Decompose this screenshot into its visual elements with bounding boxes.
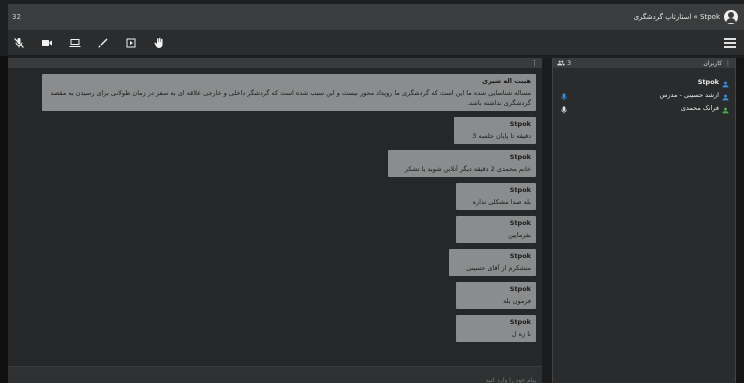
- message-text: بفرمایین: [508, 231, 531, 239]
- message-sender: Stpok: [509, 219, 531, 227]
- message-sender: Stpok: [509, 153, 531, 161]
- message-text: دقیقه تا پایان جلسه 3: [472, 132, 531, 140]
- users-list: Stpok ارشد حسینی - مدرس فرانک محمدی: [553, 68, 735, 114]
- message-text: فرمون بله: [503, 297, 531, 305]
- chat-message: Stpok بفرمایین: [456, 216, 536, 243]
- scrollbar-track[interactable]: [542, 58, 552, 383]
- title-bar: 32 Stpok » استارتاپ گردشگری: [8, 4, 744, 30]
- message-text: متشکرم از آقای حسینی: [466, 264, 531, 272]
- chat-message: Stpok بله صدا مشکلی نداره: [456, 183, 536, 210]
- right-edge-strip: [736, 58, 744, 383]
- title-left-label: 32: [12, 13, 21, 21]
- chat-header: ⋮: [8, 58, 542, 68]
- hamburger-menu-icon[interactable]: [724, 37, 736, 48]
- chat-options-icon[interactable]: ⋮: [531, 59, 538, 67]
- room-title: Stpok » استارتاپ گردشگری: [633, 13, 720, 21]
- chat-panel: ⋮ هیبت اله شیری مساله شناسایی شده ما این…: [8, 58, 542, 383]
- users-count: 3: [557, 59, 571, 67]
- mic-off-icon[interactable]: [12, 36, 26, 50]
- message-sender: Stpok: [509, 186, 531, 194]
- message-input[interactable]: [8, 372, 542, 383]
- chat-message: Stpok فرمون بله: [456, 282, 536, 309]
- message-text: تا زه ل: [511, 330, 531, 338]
- users-header-label: کاربران: [703, 59, 722, 67]
- toolbar-tools: [12, 36, 166, 50]
- message-input-bar: [8, 366, 542, 383]
- pen-icon[interactable]: [96, 36, 110, 50]
- camera-icon[interactable]: [40, 36, 54, 50]
- title-right: Stpok » استارتاپ گردشگری: [634, 10, 738, 24]
- person-icon: [722, 99, 729, 118]
- chat-message: Stpok متشکرم از آقای حسینی: [449, 249, 536, 276]
- account-avatar-icon[interactable]: [724, 10, 738, 24]
- play-icon[interactable]: [124, 36, 138, 50]
- message-sender: Stpok: [509, 252, 531, 260]
- screen-share-icon[interactable]: [68, 36, 82, 50]
- user-name: فرانک محمدی: [680, 104, 719, 112]
- chat-message: هیبت اله شیری مساله شناسایی شده ما این ا…: [42, 74, 536, 111]
- users-header: 3 ⋮ کاربران: [553, 58, 735, 68]
- user-row[interactable]: فرانک محمدی: [553, 102, 735, 114]
- toolbar: [8, 30, 744, 56]
- message-sender: Stpok: [509, 318, 531, 326]
- message-list: هیبت اله شیری مساله شناسایی شده ما این ا…: [8, 70, 542, 366]
- user-name-wrap: فرانک محمدی: [681, 99, 729, 118]
- users-count-value: 3: [567, 59, 572, 67]
- chat-message: Stpok خانم محمدی 2 دقیقه دیگر آنلاین شوی…: [388, 150, 536, 177]
- chat-message: Stpok تا زه ل: [456, 315, 536, 342]
- message-sender: هیبت اله شیری: [482, 77, 531, 85]
- message-text: بله صدا مشکلی نداره: [472, 198, 531, 206]
- message-text: خانم محمدی 2 دقیقه دیگر آنلاین شوید یا ت…: [404, 165, 531, 173]
- message-text: مساله شناسایی شده ما این است که گردشگری …: [50, 89, 532, 107]
- hand-icon[interactable]: [152, 36, 166, 50]
- users-header-label-wrap: ⋮ کاربران: [703, 60, 731, 67]
- chat-message: Stpok دقیقه تا پایان جلسه 3: [454, 117, 536, 144]
- users-panel: 3 ⋮ کاربران Stpok ارشد حسینی - مدرس فران…: [552, 58, 736, 383]
- people-icon: [557, 60, 565, 66]
- message-sender: Stpok: [509, 120, 531, 128]
- users-options-icon[interactable]: ⋮: [725, 60, 731, 67]
- message-sender: Stpok: [509, 285, 531, 293]
- left-sidebar-strip: [0, 56, 8, 383]
- mic-icon: [561, 99, 567, 118]
